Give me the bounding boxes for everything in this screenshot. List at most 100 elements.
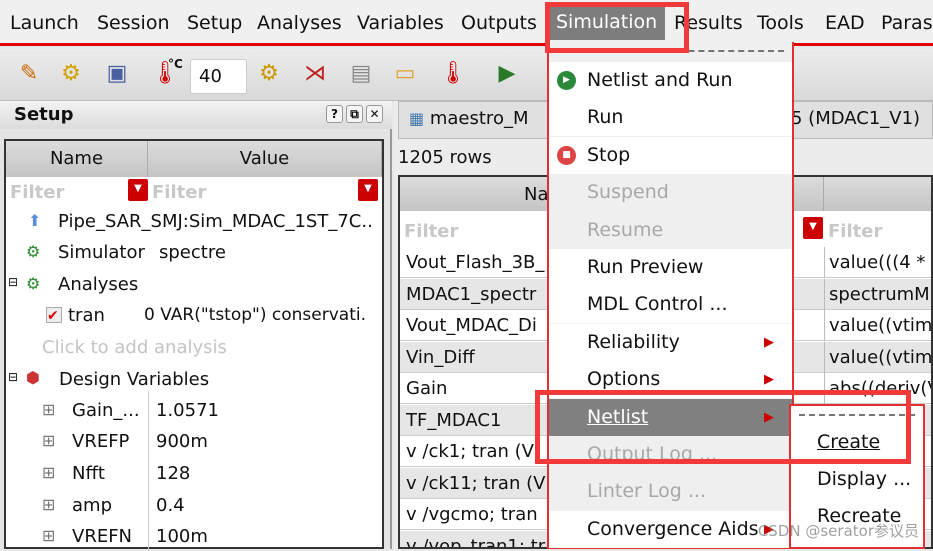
output-expression: spectrumM bbox=[824, 278, 930, 310]
folder-icon[interactable]: ▭ bbox=[390, 59, 420, 89]
output-name: Gain bbox=[406, 378, 448, 399]
setup-title: Setup ? ⧉ ✕ bbox=[0, 101, 392, 129]
analyses-item[interactable]: Analyses bbox=[58, 274, 138, 295]
menu-item-label: MDL Control ... bbox=[587, 293, 728, 316]
temp-unit: °C bbox=[168, 57, 183, 71]
menu-item-label: Suspend bbox=[587, 181, 669, 204]
variable-value[interactable]: 900m bbox=[156, 431, 208, 452]
menu-item-display[interactable]: Display ... bbox=[791, 461, 923, 498]
collapse-icon[interactable]: ⊟ bbox=[8, 370, 18, 384]
column-expression[interactable] bbox=[824, 177, 931, 211]
output-expression: value(((4 * v bbox=[824, 247, 931, 304]
output-name: Vout_Flash_3B_ bbox=[406, 252, 545, 273]
output-name: v /ck11; tran (V bbox=[406, 472, 546, 494]
variable-value[interactable]: 128 bbox=[156, 463, 190, 484]
output-name: Vout_MDAC_Di bbox=[406, 315, 537, 336]
setup-tree: Name Value Filter ▼ Filter ▼ ⬆ Pipe_SAR_… bbox=[4, 139, 384, 551]
design-variables-icon: ⬢ bbox=[26, 368, 40, 387]
thermometer-sweep-icon[interactable]: 🌡 bbox=[438, 59, 468, 89]
collapse-icon[interactable]: ⊟ bbox=[8, 275, 18, 289]
filter-dropdown-icon[interactable]: ▼ bbox=[803, 217, 823, 239]
variable-icon: ⊞ bbox=[42, 463, 56, 482]
variable-value[interactable]: 100m bbox=[156, 526, 208, 547]
run-icon[interactable]: ▶ bbox=[492, 59, 522, 89]
close-button[interactable]: ✕ bbox=[366, 105, 383, 123]
settings-doc-icon[interactable]: ⚙ bbox=[254, 59, 284, 89]
name-filter[interactable]: Filter bbox=[404, 221, 458, 242]
arrow-up-icon: ⬆ bbox=[28, 211, 42, 230]
checkbox-checked-icon[interactable]: ✔ bbox=[46, 307, 62, 324]
menu-item-label: Resume bbox=[587, 218, 664, 241]
setup-panel: Setup ? ⧉ ✕ Name Value Filter ▼ Filter ▼… bbox=[0, 101, 392, 551]
output-name: TF_MDAC1 bbox=[406, 409, 502, 431]
filter-dropdown-icon[interactable]: ▼ bbox=[128, 179, 148, 201]
output-expression: value((vtime bbox=[824, 310, 931, 341]
menu-item-convergence-aids[interactable]: Convergence Aids ▶ bbox=[549, 510, 792, 548]
menu-item-netlist-and-run[interactable]: ▶ Netlist and Run bbox=[549, 62, 792, 99]
menu-item-label: Stop bbox=[587, 143, 631, 166]
variable-icon: ⊞ bbox=[42, 431, 56, 450]
menu-session[interactable]: Session bbox=[97, 12, 170, 34]
variable-name[interactable]: VREFP bbox=[72, 431, 129, 452]
simulator-gear-icon: ⚙ bbox=[26, 242, 41, 261]
menu-variables[interactable]: Variables bbox=[357, 12, 444, 34]
filter-dropdown-icon[interactable]: ▼ bbox=[358, 179, 378, 201]
column-name[interactable]: Name bbox=[6, 141, 148, 177]
menu-item-linter-log: Linter Log ... bbox=[549, 473, 792, 511]
menu-outputs[interactable]: Outputs bbox=[461, 12, 537, 34]
simulator-label[interactable]: Simulator bbox=[58, 242, 145, 263]
output-name: Vin_Diff bbox=[406, 346, 475, 368]
stop-icon: ■ bbox=[557, 145, 576, 165]
open-settings-icon[interactable]: ⚙ bbox=[56, 59, 86, 89]
variable-value[interactable]: 0.4 bbox=[156, 495, 185, 516]
play-icon: ▶ bbox=[557, 71, 576, 90]
menu-tools[interactable]: Tools bbox=[757, 12, 804, 34]
menu-bar: Launch Session Setup Analyses Variables … bbox=[0, 0, 933, 46]
variable-name[interactable]: amp bbox=[72, 495, 112, 516]
float-button[interactable]: ⧉ bbox=[346, 105, 363, 123]
menu-item-run[interactable]: Run bbox=[549, 99, 792, 137]
submenu-arrow-icon: ▶ bbox=[764, 334, 774, 350]
menu-item-label: Run bbox=[587, 106, 624, 129]
add-analysis-link[interactable]: Click to add analysis bbox=[42, 337, 227, 358]
analysis-name[interactable]: tran bbox=[68, 305, 105, 326]
menu-item-suspend: Suspend bbox=[549, 174, 792, 212]
help-button[interactable]: ? bbox=[326, 105, 343, 123]
menu-paras[interactable]: Paras bbox=[881, 12, 933, 34]
menu-item-reliability[interactable]: Reliability ▶ bbox=[549, 323, 792, 361]
output-name: v /vgcmo; tran bbox=[406, 504, 538, 525]
variable-value[interactable]: 1.0571 bbox=[156, 400, 219, 421]
output-name: MDAC1_spectr bbox=[406, 283, 537, 305]
menu-item-label: Options bbox=[587, 368, 661, 391]
design-variables-item[interactable]: Design Variables bbox=[59, 369, 209, 390]
analysis-value[interactable]: 0 VAR("tstop") conservati. bbox=[144, 305, 366, 325]
variable-name[interactable]: VREFN bbox=[72, 526, 132, 547]
expression-filter[interactable]: Filter bbox=[828, 221, 882, 242]
variable-icon: ⊞ bbox=[42, 400, 56, 419]
menu-item-label: Linter Log ... bbox=[587, 480, 706, 503]
variable-name[interactable]: Gain_... bbox=[72, 400, 140, 421]
launch-icon[interactable]: ✎ bbox=[14, 59, 44, 89]
menu-item-label: Netlist and Run bbox=[587, 69, 733, 91]
menu-item-stop[interactable]: ■ Stop bbox=[549, 136, 792, 174]
cellview-item[interactable]: Pipe_SAR_SMJ:Sim_MDAC_1ST_7C.. bbox=[58, 211, 373, 232]
document-icon[interactable]: ▤ bbox=[346, 59, 376, 89]
name-filter[interactable]: Filter bbox=[10, 182, 64, 203]
menu-launch[interactable]: Launch bbox=[10, 12, 79, 34]
variable-icon: ⊞ bbox=[42, 526, 56, 545]
menu-setup[interactable]: Setup bbox=[187, 12, 242, 34]
simulator-value[interactable]: spectre bbox=[159, 242, 226, 263]
value-filter[interactable]: Filter bbox=[152, 182, 206, 203]
menu-ead[interactable]: EAD bbox=[825, 12, 865, 34]
column-value[interactable]: Value bbox=[148, 141, 382, 177]
annotation-box-netlist-create bbox=[535, 390, 911, 464]
display-label: Display ... bbox=[817, 468, 912, 490]
menu-analyses[interactable]: Analyses bbox=[257, 12, 342, 34]
temperature-input[interactable]: 40 bbox=[190, 59, 247, 94]
variable-name[interactable]: Nfft bbox=[72, 463, 105, 484]
tab-label: maestro_M bbox=[429, 108, 529, 129]
menu-item-mdl-control[interactable]: MDL Control ... bbox=[549, 286, 792, 324]
menu-item-run-preview[interactable]: Run Preview bbox=[549, 249, 792, 286]
probe-icon[interactable]: ⋊ bbox=[300, 59, 330, 89]
save-icon[interactable]: ▣ bbox=[102, 59, 132, 89]
